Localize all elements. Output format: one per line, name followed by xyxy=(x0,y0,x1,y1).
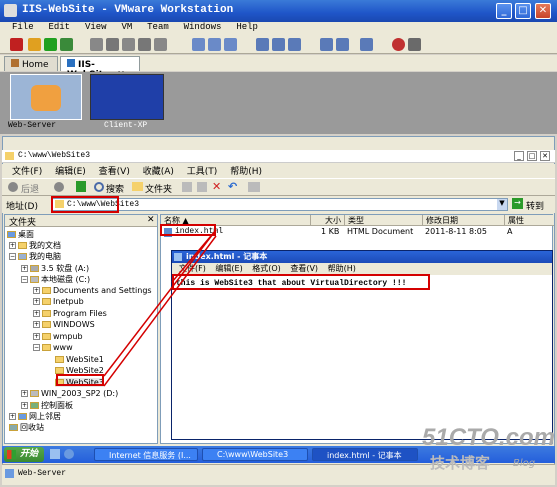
task-iis-manager[interactable]: Internet 信息服务 (I... xyxy=(94,448,198,461)
line-file-to-folder xyxy=(103,229,217,377)
watermark-tech-blog: 技术博客 xyxy=(430,454,491,472)
watermark-51cto: 51CTO.com xyxy=(422,424,555,451)
line-file-to-content xyxy=(171,229,217,283)
vm-status-icon xyxy=(5,469,14,478)
line-file-to-folder-2 xyxy=(103,235,217,387)
task-notepad[interactable]: index.html - 记事本 xyxy=(312,448,418,461)
red-connector-lines xyxy=(103,229,217,387)
windows-logo-icon xyxy=(7,450,16,459)
task-explorer[interactable]: C:\www\WebSite3 xyxy=(202,448,308,461)
watermark-blog: Blog xyxy=(513,458,536,469)
quicklaunch-ie-icon[interactable] xyxy=(64,449,74,459)
quicklaunch-desktop-icon[interactable] xyxy=(50,449,60,459)
start-button[interactable]: 开始 xyxy=(4,447,44,462)
status-text: Web-Server xyxy=(18,469,67,478)
